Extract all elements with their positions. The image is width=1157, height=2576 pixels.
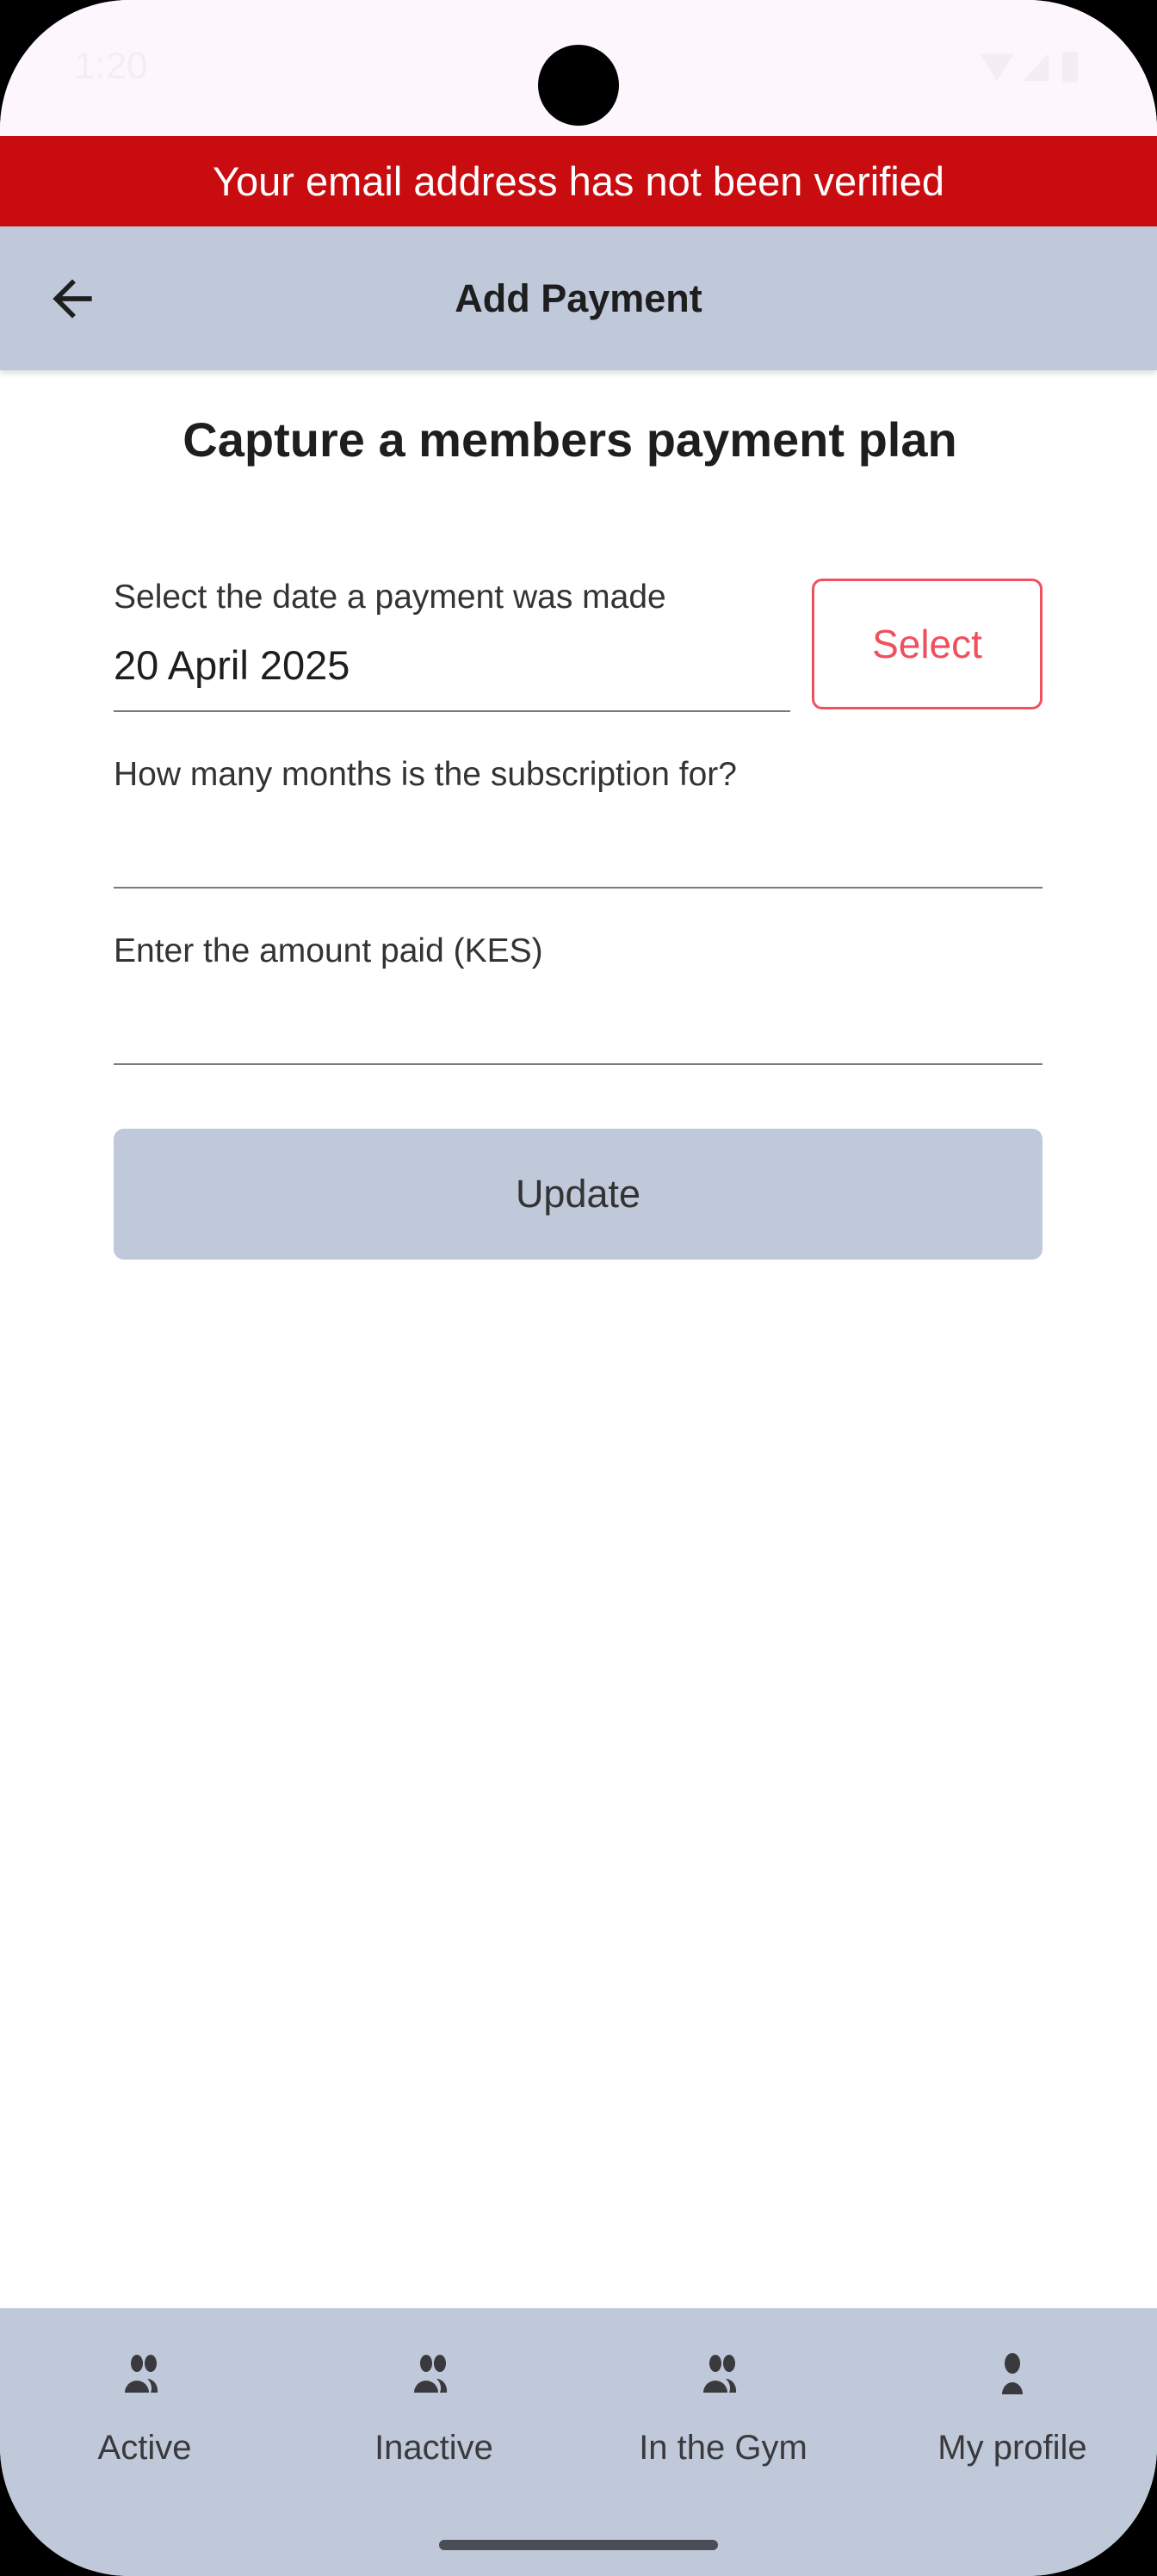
- group-icon: [414, 2355, 448, 2393]
- screen: 1:20 Your email address has not been ver…: [0, 0, 1157, 2576]
- status-time: 1:20: [74, 45, 148, 87]
- amount-input[interactable]: [114, 999, 1043, 1059]
- status-bar: 1:20: [0, 0, 1157, 136]
- nav-label: In the Gym: [639, 2429, 807, 2467]
- page-heading: Capture a members payment plan: [183, 412, 957, 467]
- months-underline: [114, 887, 1043, 889]
- nav-item-in-the-gym[interactable]: In the Gym: [578, 2308, 868, 2480]
- group-icon: [125, 2355, 158, 2393]
- update-button[interactable]: Update: [114, 1129, 1043, 1260]
- select-date-button[interactable]: Select: [812, 579, 1043, 709]
- nav-label: Inactive: [374, 2429, 493, 2467]
- app-bar-title: Add Payment: [455, 276, 702, 320]
- nav-label: My profile: [937, 2429, 1087, 2467]
- nav-item-my-profile[interactable]: My profile: [868, 2308, 1157, 2480]
- email-unverified-banner: Your email address has not been verified: [0, 136, 1157, 226]
- date-field[interactable]: 20 April 2025: [114, 641, 350, 689]
- app-bar: Add Payment: [0, 226, 1157, 370]
- amount-label: Enter the amount paid (KES): [114, 932, 543, 969]
- bottom-nav: Active Inactive In the Gym My profile: [0, 2308, 1157, 2576]
- date-label: Select the date a payment was made: [114, 579, 666, 616]
- date-underline: [114, 710, 790, 712]
- home-indicator[interactable]: [439, 2540, 718, 2550]
- months-input[interactable]: [114, 822, 1043, 882]
- nav-item-inactive[interactable]: Inactive: [289, 2308, 578, 2480]
- months-label: How many months is the subscription for?: [114, 756, 737, 793]
- group-icon: [703, 2355, 737, 2393]
- nav-item-active[interactable]: Active: [0, 2308, 289, 2480]
- amount-underline: [114, 1063, 1043, 1065]
- nav-label: Active: [97, 2429, 192, 2467]
- camera-cutout: [538, 45, 619, 126]
- person-icon: [1002, 2353, 1023, 2394]
- wifi-signal-battery-icon: [980, 52, 1078, 83]
- arrow-left-icon[interactable]: [43, 269, 102, 328]
